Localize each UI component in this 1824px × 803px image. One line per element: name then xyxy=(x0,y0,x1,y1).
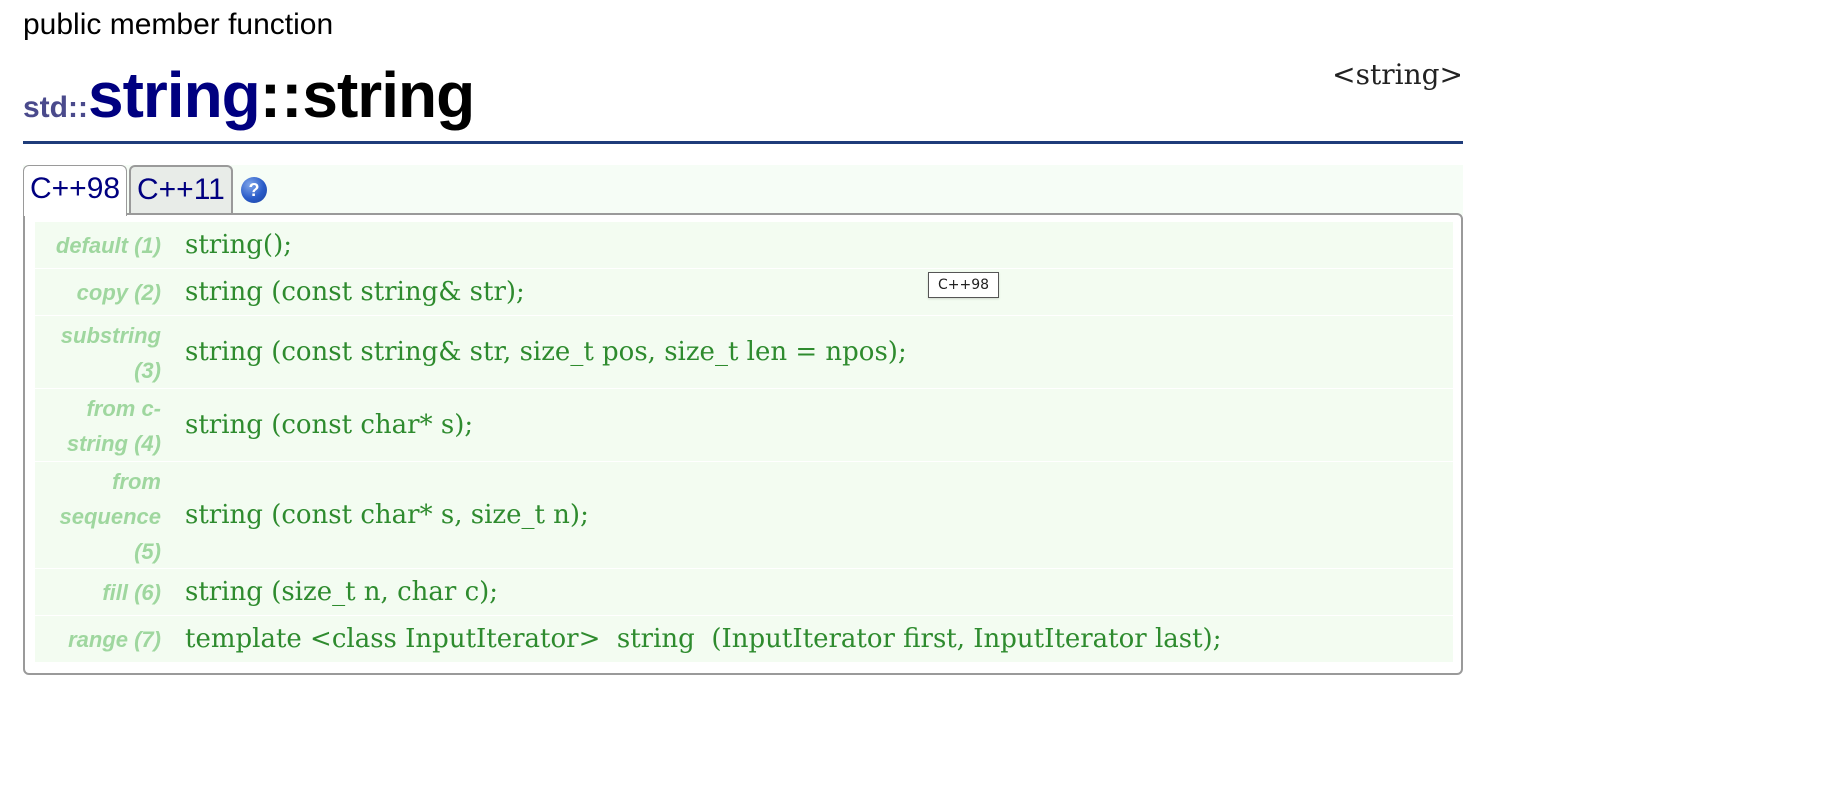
signature-row: from c-string (4) string (const char* s)… xyxy=(35,389,1453,462)
row-code: string (const string& str); xyxy=(185,277,525,307)
row-label: from sequence (5) xyxy=(35,462,162,568)
signature-row: copy (2) string (const string& str); xyxy=(35,269,1453,316)
row-label: from c-string (4) xyxy=(35,389,161,461)
title-namespace: std:: xyxy=(23,91,88,124)
title-rule xyxy=(23,141,1463,144)
row-code: string(); xyxy=(185,230,292,260)
signature-row: substring (3) string (const string& str,… xyxy=(35,316,1453,389)
row-label-text: default (1) xyxy=(55,233,161,258)
row-label-text: range (7) xyxy=(68,627,161,652)
signature-row: range (7) template <class InputIterator>… xyxy=(35,616,1453,663)
row-code: string (size_t n, char c); xyxy=(185,577,499,607)
row-code: string (const char* s, size_t n); xyxy=(185,500,589,530)
version-tab-bar: C++98 C++11 ? xyxy=(23,165,1463,216)
signature-row: fill (6) string (size_t n, char c); xyxy=(35,569,1453,616)
tab-cpp11[interactable]: C++11 xyxy=(129,165,233,213)
signature-row: from sequence (5) string (const char* s,… xyxy=(35,462,1453,569)
row-label: copy (2) xyxy=(35,269,161,315)
row-label: default (1) xyxy=(35,222,161,268)
signature-rows: default (1) string(); copy (2) string (c… xyxy=(35,222,1453,663)
signature-table: default (1) string(); copy (2) string (c… xyxy=(23,213,1463,675)
header-file-link[interactable]: <string> xyxy=(1332,58,1463,91)
row-label: fill (6) xyxy=(35,569,161,615)
row-label-text: from c-string (4) xyxy=(66,396,161,456)
row-label-text: from sequence (5) xyxy=(59,469,162,564)
row-label-text: copy (2) xyxy=(76,280,161,305)
signature-row: default (1) string(); xyxy=(35,222,1453,269)
member-kind: public member function xyxy=(23,8,334,41)
tab-cpp98[interactable]: C++98 xyxy=(23,165,127,216)
page-title: std::string::string xyxy=(23,58,475,132)
title-separator: :: xyxy=(259,59,303,131)
title-function: string xyxy=(302,59,475,131)
row-code: template <class InputIterator> string (I… xyxy=(185,624,1222,654)
row-code: string (const string& str, size_t pos, s… xyxy=(185,337,907,367)
row-label: range (7) xyxy=(35,616,161,662)
version-tooltip: C++98 xyxy=(928,272,1000,298)
row-label-text: fill (6) xyxy=(102,580,161,605)
row-code: string (const char* s); xyxy=(185,410,474,440)
help-icon[interactable]: ? xyxy=(241,177,267,203)
title-class-link[interactable]: string xyxy=(88,59,261,131)
row-label: substring (3) xyxy=(35,316,161,388)
row-label-text: substring (3) xyxy=(60,323,161,383)
